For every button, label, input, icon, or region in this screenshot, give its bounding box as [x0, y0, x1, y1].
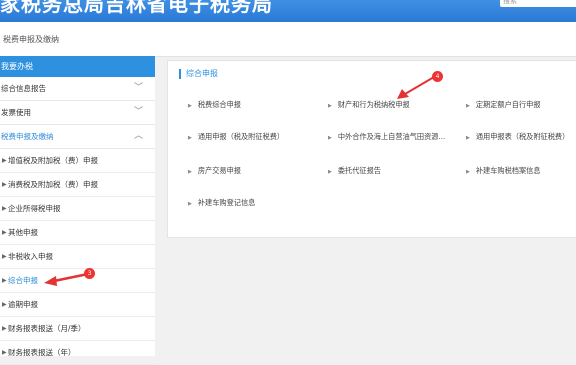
- link-label: 补建车购登记信息: [197, 198, 256, 207]
- sidebar-item-info-report[interactable]: 综合信息报告 ﹀: [0, 77, 155, 101]
- sidebar-subitem-corporate-income-tax[interactable]: ▶ 企业所得税申报: [0, 197, 155, 221]
- bullet-triangle-icon: ▶: [188, 135, 192, 141]
- link-vehicle-purchase-registration[interactable]: ▶ 补建车购登记信息: [188, 198, 255, 208]
- breadcrumb-bar: 税费申报及缴纳: [0, 22, 576, 57]
- bullet-triangle-icon: ▶: [466, 103, 470, 109]
- sidebar-subitem-non-tax-income[interactable]: ▶ 非税收入申报: [0, 245, 155, 269]
- sidebar-subitem-label: 增值税及附加税（费）申报: [8, 156, 98, 165]
- link-label: 委托代征报告: [337, 166, 381, 175]
- link-label: 通用申报表（税及附征税费）: [475, 132, 570, 141]
- annotation-badge-3: 3: [84, 268, 95, 279]
- link-general-declaration-form[interactable]: ▶ 通用申报表（税及附征税费）: [466, 132, 569, 142]
- link-label: 中外合作及海上自营油气田资源...: [337, 132, 446, 141]
- card-title: 综合申报: [179, 69, 218, 79]
- link-label: 房产交易申报: [197, 166, 241, 175]
- sidebar-subitem-label: 综合申报: [8, 276, 38, 285]
- link-label: 税费综合申报: [197, 100, 241, 109]
- link-offshore-oil-gas[interactable]: ▶ 中外合作及海上自营油气田资源...: [328, 132, 445, 142]
- link-general-declaration[interactable]: ▶ 通用申报（税及附征税费）: [188, 132, 284, 142]
- sidebar-subitem-vat[interactable]: ▶ 增值税及附加税（费）申报: [0, 149, 155, 173]
- bullet-triangle-icon: ▶: [2, 277, 7, 284]
- bullet-triangle-icon: ▶: [328, 103, 332, 109]
- link-tax-fee-comprehensive[interactable]: ▶ 税费综合申报: [188, 100, 241, 110]
- link-label: 定期定额户自行申报: [475, 100, 541, 109]
- sidebar-subitem-label: 消费税及附加税（费）申报: [8, 180, 98, 189]
- sidebar-subitem-comprehensive[interactable]: ▶ 综合申报: [0, 269, 155, 293]
- sidebar-subitem-overdue[interactable]: ▶ 逾期申报: [0, 293, 155, 317]
- bullet-triangle-icon: ▶: [2, 301, 7, 308]
- sidebar-subitem-label: 财务报表报送（月/季）: [8, 324, 86, 333]
- bullet-triangle-icon: ▶: [2, 157, 7, 164]
- link-vehicle-purchase-tax-record[interactable]: ▶ 补建车购税档案信息: [466, 166, 541, 176]
- sidebar-subitem-consumption-tax[interactable]: ▶ 消费税及附加税（费）申报: [0, 173, 155, 197]
- annotation-badge-4: 4: [432, 71, 443, 82]
- link-property-behavior-tax[interactable]: ▶ 财产和行为税纳税申报: [328, 100, 410, 110]
- link-label: 财产和行为税纳税申报: [337, 100, 410, 109]
- sidebar-subitem-label: 非税收入申报: [8, 252, 53, 261]
- sidebar-subitem-other[interactable]: ▶ 其他申报: [0, 221, 155, 245]
- bullet-triangle-icon: ▶: [188, 103, 192, 109]
- link-entrusted-collection[interactable]: ▶ 委托代征报告: [328, 166, 381, 176]
- chevron-up-icon[interactable]: ︿: [134, 125, 143, 148]
- sidebar: 我要办税 综合信息报告 ﹀ 发票使用 ﹀ 税费申报及缴纳 ︿ ▶ 增值税及附加税…: [0, 56, 155, 365]
- sidebar-item-tax-declaration[interactable]: 税费申报及缴纳 ︿: [0, 125, 155, 149]
- chevron-down-icon[interactable]: ﹀: [134, 77, 143, 100]
- top-header: 家税务总局吉林省电子税务局 搜索: [0, 0, 576, 22]
- bullet-triangle-icon: ▶: [188, 169, 192, 175]
- link-real-estate-transaction[interactable]: ▶ 房产交易申报: [188, 166, 241, 176]
- sidebar-section-title[interactable]: 我要办税: [0, 56, 155, 77]
- sidebar-item-invoice[interactable]: 发票使用 ﹀: [0, 101, 155, 125]
- link-label: 通用申报（税及附征税费）: [197, 132, 285, 141]
- bullet-triangle-icon: ▶: [328, 169, 332, 175]
- sidebar-subitem-label: 企业所得税申报: [8, 204, 61, 213]
- bullet-triangle-icon: ▶: [328, 135, 332, 141]
- sidebar-item-label: 税费申报及缴纳: [1, 132, 54, 141]
- bullet-triangle-icon: ▶: [2, 349, 7, 356]
- search-input[interactable]: 搜索: [500, 0, 576, 7]
- bullet-triangle-icon: ▶: [2, 205, 7, 212]
- sidebar-item-label: 综合信息报告: [1, 84, 46, 93]
- bullet-triangle-icon: ▶: [2, 181, 7, 188]
- link-label: 补建车购税档案信息: [475, 166, 541, 175]
- bullet-triangle-icon: ▶: [188, 201, 192, 207]
- breadcrumb[interactable]: 税费申报及缴纳: [3, 34, 59, 45]
- sidebar-subitem-financial-monthly[interactable]: ▶ 财务报表报送（月/季）: [0, 317, 155, 341]
- bullet-triangle-icon: ▶: [2, 325, 7, 332]
- bullet-triangle-icon: ▶: [2, 253, 7, 260]
- comprehensive-declaration-card: 综合申报 ▶ 税费综合申报 ▶ 财产和行为税纳税申报 ▶ 定期定额户自行申报 ▶ 通用申…: [167, 60, 576, 238]
- bullet-triangle-icon: ▶: [2, 229, 7, 236]
- link-fixed-quota-self-declare[interactable]: ▶ 定期定额户自行申报: [466, 100, 541, 110]
- sidebar-subitem-label: 其他申报: [8, 228, 38, 237]
- sidebar-item-label: 发票使用: [1, 108, 31, 117]
- sidebar-subitem-label: 逾期申报: [8, 300, 38, 309]
- chevron-down-icon[interactable]: ﹀: [134, 101, 143, 124]
- bullet-triangle-icon: ▶: [466, 135, 470, 141]
- bullet-triangle-icon: ▶: [466, 169, 470, 175]
- sidebar-subitem-financial-annual[interactable]: ▶ 财务报表报送（年）: [0, 341, 155, 365]
- site-title: 家税务总局吉林省电子税务局: [0, 0, 273, 16]
